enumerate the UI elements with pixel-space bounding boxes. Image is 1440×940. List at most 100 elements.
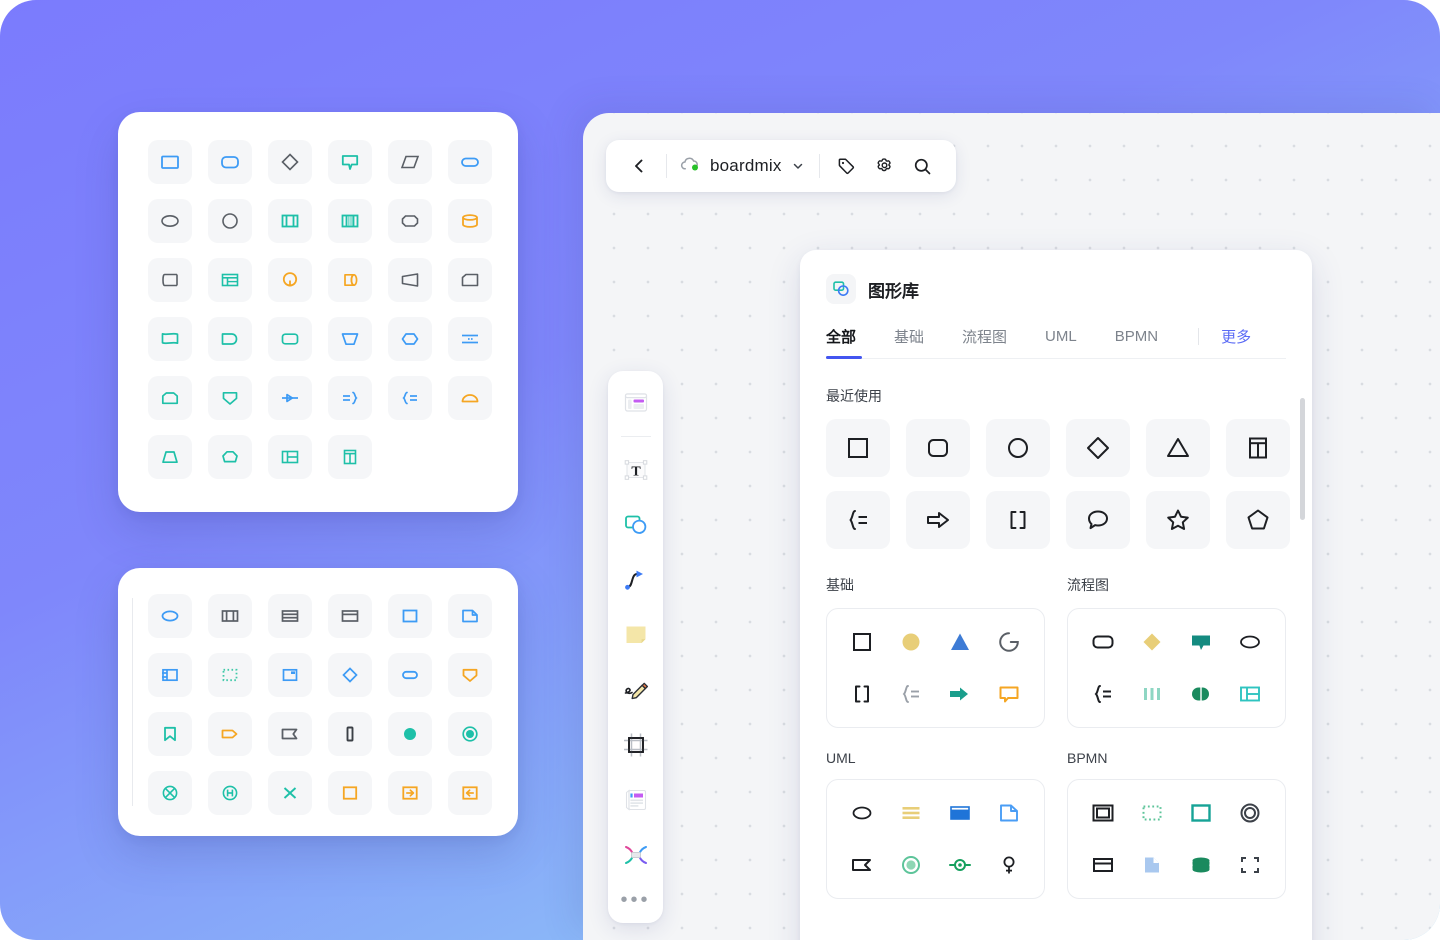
tab-more-link[interactable]: 更多 (1221, 326, 1251, 358)
back-button[interactable] (620, 147, 658, 185)
tag-button[interactable] (828, 147, 866, 185)
trapezoid-gray-icon[interactable] (388, 258, 432, 302)
sticky-note-icon[interactable] (613, 612, 659, 658)
trapezoid-up-teal-icon[interactable] (148, 435, 192, 479)
table-col-teal-icon[interactable] (328, 435, 372, 479)
squircle-teal-icon[interactable] (268, 317, 312, 361)
circle-gray-icon[interactable] (208, 199, 252, 243)
arch-teal-icon[interactable] (148, 376, 192, 420)
connector-icon[interactable] (613, 557, 659, 603)
square-teal-icon[interactable] (1179, 796, 1223, 830)
speech-bubble-orange-icon[interactable] (987, 677, 1031, 711)
settings-button[interactable] (866, 147, 904, 185)
shield-teal-icon[interactable] (208, 376, 252, 420)
brace-equals-icon[interactable] (889, 677, 933, 711)
square-orange-icon[interactable] (328, 771, 372, 815)
window-blue-icon[interactable] (938, 796, 982, 830)
rounded-rect-blue-icon[interactable] (208, 140, 252, 184)
square-icon[interactable] (826, 419, 890, 477)
heptagon-teal-icon[interactable] (208, 435, 252, 479)
bookmark-teal-icon[interactable] (148, 712, 192, 756)
search-button[interactable] (904, 147, 942, 185)
striped-columns-teal-icon[interactable] (328, 199, 372, 243)
text-icon[interactable]: T (613, 447, 659, 493)
dome-orange-icon[interactable] (448, 376, 492, 420)
trapezoid-blue-icon[interactable] (328, 317, 372, 361)
bullet-teal-icon[interactable] (208, 317, 252, 361)
actor-icon[interactable] (987, 848, 1031, 882)
ellipse-gray-icon[interactable] (148, 199, 192, 243)
window-gray-icon[interactable] (328, 594, 372, 638)
star-icon[interactable] (1146, 491, 1210, 549)
diamond-filled-yellow-icon[interactable] (1130, 625, 1174, 659)
rounded-rect-icon[interactable] (1081, 625, 1125, 659)
diamond-gray-icon[interactable] (268, 140, 312, 184)
square-blue-icon[interactable] (388, 594, 432, 638)
q-circle-orange-icon[interactable] (268, 258, 312, 302)
mindmap-icon[interactable] (613, 832, 659, 878)
or-gate-icon[interactable] (1179, 677, 1223, 711)
more-tools-button[interactable]: ••• (620, 887, 650, 913)
speech-bubble-icon[interactable] (1066, 491, 1130, 549)
shield-orange-icon[interactable] (448, 653, 492, 697)
panel-body[interactable]: 最近使用 基础 流程图 UML BPMN (800, 364, 1312, 940)
pentagon-icon[interactable] (1226, 491, 1290, 549)
tab-basic[interactable]: 基础 (894, 326, 924, 358)
flag-gray-icon[interactable] (268, 712, 312, 756)
brace-equals-icon[interactable] (826, 491, 890, 549)
arrow-pipe-blue-icon[interactable] (268, 376, 312, 420)
tab-flowchart[interactable]: 流程图 (962, 326, 1007, 358)
flag-note-icon[interactable] (840, 848, 884, 882)
document-blue-icon[interactable] (987, 796, 1031, 830)
parallel-mode-icon[interactable] (1130, 677, 1174, 711)
rows-gray-icon[interactable] (268, 594, 312, 638)
tag-orange-icon[interactable] (208, 712, 252, 756)
divider-blue-icon[interactable] (448, 317, 492, 361)
table-column-icon[interactable] (1226, 419, 1290, 477)
dashed-square-green-icon[interactable] (1130, 796, 1174, 830)
pen-icon[interactable] (613, 667, 659, 713)
lines-yellow-icon[interactable] (889, 796, 933, 830)
pill-blue-icon[interactable] (388, 653, 432, 697)
diamond-blue-icon[interactable] (328, 653, 372, 697)
document-name-chip[interactable]: boardmix (675, 147, 811, 185)
ellipse-blue-icon[interactable] (148, 594, 192, 638)
circle-h-teal-icon[interactable] (208, 771, 252, 815)
circle-filled-teal-icon[interactable] (388, 712, 432, 756)
data-store-icon[interactable] (1081, 848, 1125, 882)
ellipse-icon[interactable] (840, 796, 884, 830)
double-circle-icon[interactable] (1228, 796, 1272, 830)
interface-node-icon[interactable] (938, 848, 982, 882)
circle-target-green-icon[interactable] (889, 848, 933, 882)
split-pane-icon[interactable] (1228, 677, 1272, 711)
cylinder-orange-icon[interactable] (448, 199, 492, 243)
card-teal-icon[interactable] (1179, 625, 1223, 659)
card-icon[interactable] (613, 777, 659, 823)
circle-x-teal-icon[interactable] (148, 771, 192, 815)
rounded-square-icon[interactable] (906, 419, 970, 477)
arrow-right-teal-icon[interactable] (938, 677, 982, 711)
shapes-icon[interactable] (613, 502, 659, 548)
dashed-corners-icon[interactable] (1228, 848, 1272, 882)
columns-gray-icon[interactable] (208, 594, 252, 638)
ring-teal-icon[interactable] (448, 712, 492, 756)
callout-teal-icon[interactable] (328, 140, 372, 184)
rect-blue-icon[interactable] (148, 140, 192, 184)
pie-arc-icon[interactable] (987, 625, 1031, 659)
equals-brace-blue-icon[interactable] (328, 376, 372, 420)
cut-corner-gray-icon[interactable] (448, 258, 492, 302)
note-corner-blue-icon[interactable] (268, 653, 312, 697)
brackets-icon[interactable] (986, 491, 1050, 549)
nested-square-icon[interactable] (1081, 796, 1125, 830)
arrow-back-orange-icon[interactable] (448, 771, 492, 815)
block-arrow-right-icon[interactable] (906, 491, 970, 549)
document-blue-icon[interactable] (448, 594, 492, 638)
tape-gray-icon[interactable] (148, 258, 192, 302)
drum-orange-icon[interactable] (328, 258, 372, 302)
tape-left-blue-icon[interactable] (148, 653, 192, 697)
octagon-gray-icon[interactable] (388, 199, 432, 243)
layout-left-teal-icon[interactable] (268, 435, 312, 479)
tab-uml[interactable]: UML (1045, 328, 1077, 356)
database-green-icon[interactable] (1179, 848, 1223, 882)
columns-teal-icon[interactable] (268, 199, 312, 243)
